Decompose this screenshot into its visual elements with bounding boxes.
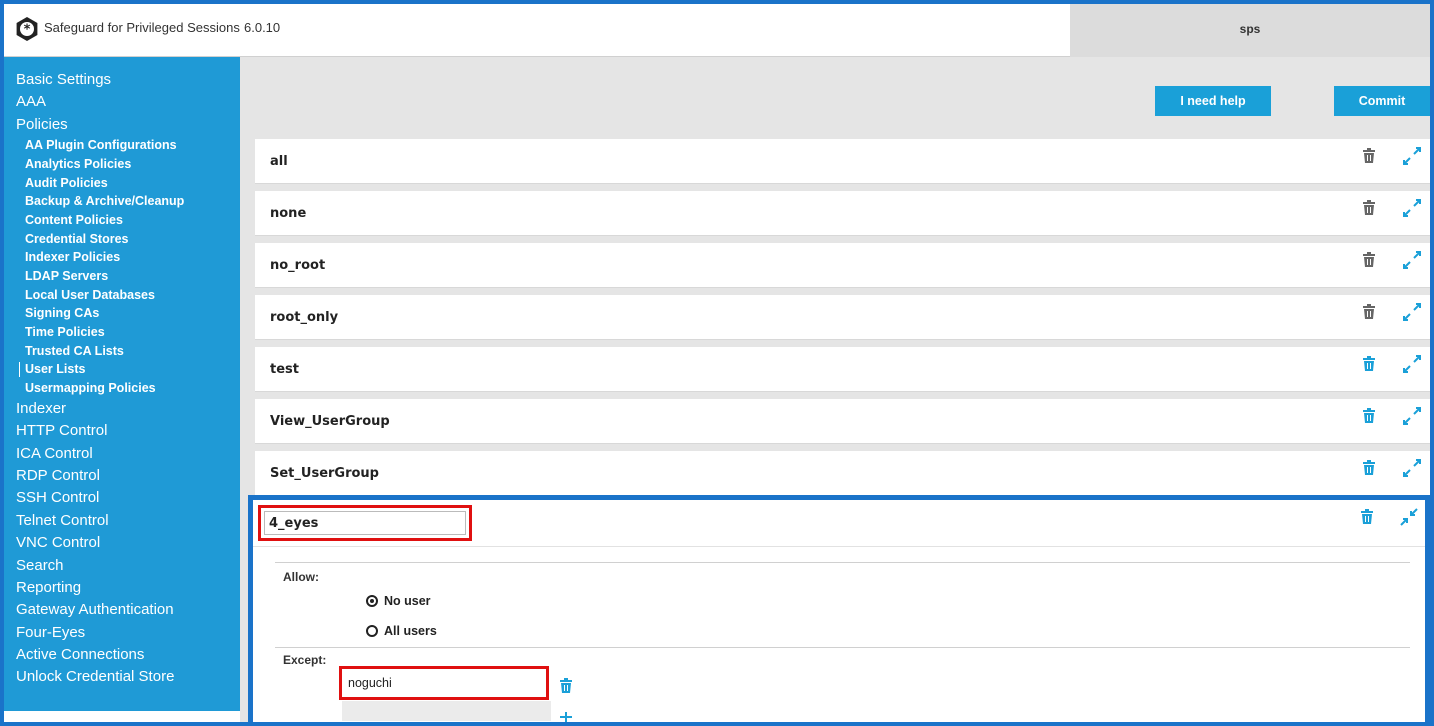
sidebar-item-audit-policies[interactable]: Audit Policies <box>4 174 240 193</box>
expand-icon[interactable] <box>1403 303 1421 321</box>
sidebar-item-rdp-control[interactable]: RDP Control <box>4 465 240 487</box>
collapse-icon[interactable] <box>1400 508 1418 526</box>
list-name-input[interactable] <box>264 511 466 535</box>
trash-icon[interactable] <box>1362 148 1376 164</box>
sidebar-item-ldap-servers[interactable]: LDAP Servers <box>4 267 240 286</box>
sidebar-item-content-policies[interactable]: Content Policies <box>4 211 240 230</box>
sidebar-item-indexer-policies[interactable]: Indexer Policies <box>4 248 240 267</box>
trash-icon[interactable] <box>559 678 573 694</box>
expand-icon[interactable] <box>1403 199 1421 217</box>
sidebar-item-active-connections[interactable]: Active Connections <box>4 644 240 666</box>
sidebar-item-ica-control[interactable]: ICA Control <box>4 443 240 465</box>
sidebar-nav: Basic Settings AAA Policies AA Plugin Confi… <box>4 57 240 689</box>
sidebar-item-basic-settings[interactable]: Basic Settings <box>4 69 240 91</box>
product-name: Safeguard for Privileged Sessions <box>44 20 240 35</box>
divider <box>275 647 1410 648</box>
trash-icon[interactable] <box>1362 460 1376 476</box>
plus-icon[interactable] <box>560 712 572 722</box>
top-bar: * Safeguard for Privileged Sessions 6.0.… <box>4 4 1430 57</box>
product-version: 6.0.10 <box>244 20 281 35</box>
expand-icon[interactable] <box>1403 147 1421 165</box>
user-list-card[interactable]: all <box>255 139 1430 184</box>
sidebar-item-trusted-ca-lists[interactable]: Trusted CA Lists <box>4 342 240 361</box>
commit-button[interactable]: Commit <box>1334 86 1430 116</box>
radio-no-user[interactable] <box>366 595 378 607</box>
sidebar-item-reporting[interactable]: Reporting <box>4 577 240 599</box>
sidebar-item-aa-plugin-configurations[interactable]: AA Plugin Configurations <box>4 136 240 155</box>
user-list-name: all <box>270 154 288 169</box>
sidebar-item-signing-cas[interactable]: Signing CAs <box>4 304 240 323</box>
user-list-name: root_only <box>270 310 339 325</box>
sidebar-item-indexer[interactable]: Indexer <box>4 398 240 420</box>
user-list-name: no_root <box>270 258 326 273</box>
user-list-card[interactable]: none <box>255 191 1430 236</box>
allow-label: Allow: <box>283 570 319 584</box>
expand-icon[interactable] <box>1403 459 1421 477</box>
hostname: sps <box>1070 4 1430 57</box>
trash-icon[interactable] <box>1362 356 1376 372</box>
sidebar-item-analytics-policies[interactable]: Analytics Policies <box>4 155 240 174</box>
user-list-name: test <box>270 362 299 377</box>
user-list-card[interactable]: Set_UserGroup <box>255 451 1430 496</box>
user-list-name: View_UserGroup <box>270 414 390 429</box>
safeguard-logo-icon: * <box>16 17 38 41</box>
trash-icon[interactable] <box>1362 252 1376 268</box>
user-list-card[interactable]: no_root <box>255 243 1430 288</box>
sidebar-item-aaa[interactable]: AAA <box>4 91 240 113</box>
trash-icon[interactable] <box>1360 509 1374 525</box>
app-window: * Safeguard for Privileged Sessions 6.0.… <box>4 4 1430 722</box>
sidebar-item-credential-stores[interactable]: Credential Stores <box>4 230 240 249</box>
expand-icon[interactable] <box>1403 251 1421 269</box>
sidebar: Basic Settings AAA Policies AA Plugin Confi… <box>4 57 240 711</box>
divider <box>275 562 1410 563</box>
sidebar-item-local-user-databases[interactable]: Local User Databases <box>4 286 240 305</box>
sidebar-item-user-lists[interactable]: User Lists <box>4 360 240 379</box>
sidebar-item-policies[interactable]: Policies <box>4 114 240 136</box>
user-list-card[interactable]: View_UserGroup <box>255 399 1430 444</box>
sidebar-item-unlock-credential-store[interactable]: Unlock Credential Store <box>4 666 240 688</box>
except-highlight <box>339 666 549 700</box>
divider <box>253 546 1425 547</box>
radio-label-no-user: No user <box>384 594 431 608</box>
expand-icon[interactable] <box>1403 355 1421 373</box>
expand-icon[interactable] <box>1403 407 1421 425</box>
trash-icon[interactable] <box>1362 200 1376 216</box>
user-list-name: none <box>270 206 307 221</box>
sidebar-item-gateway-authentication[interactable]: Gateway Authentication <box>4 599 240 621</box>
user-list-name: Set_UserGroup <box>270 466 379 481</box>
except-label: Except: <box>283 653 327 667</box>
sidebar-item-http-control[interactable]: HTTP Control <box>4 420 240 442</box>
main-content: I need help Commit all none no_root root_on… <box>240 57 1430 722</box>
sidebar-item-time-policies[interactable]: Time Policies <box>4 323 240 342</box>
user-list-card[interactable]: test <box>255 347 1430 392</box>
sidebar-item-search[interactable]: Search <box>4 555 240 577</box>
sidebar-item-backup-archive-cleanup[interactable]: Backup & Archive/Cleanup <box>4 192 240 211</box>
except-user-input[interactable] <box>344 671 544 695</box>
radio-label-all-users: All users <box>384 624 437 638</box>
sidebar-item-vnc-control[interactable]: VNC Control <box>4 532 240 554</box>
sidebar-item-four-eyes[interactable]: Four-Eyes <box>4 622 240 644</box>
svg-text:*: * <box>24 23 31 38</box>
trash-icon[interactable] <box>1362 408 1376 424</box>
user-list-card-expanded: Allow: No user All users Except: <box>248 495 1430 722</box>
help-button[interactable]: I need help <box>1155 86 1271 116</box>
sidebar-item-usermapping-policies[interactable]: Usermapping Policies <box>4 379 240 398</box>
name-highlight <box>258 505 472 541</box>
trash-icon[interactable] <box>1362 304 1376 320</box>
sidebar-item-telnet-control[interactable]: Telnet Control <box>4 510 240 532</box>
sidebar-footer <box>4 711 240 722</box>
except-add-row <box>342 701 551 721</box>
sidebar-item-ssh-control[interactable]: SSH Control <box>4 487 240 509</box>
user-list-card[interactable]: root_only <box>255 295 1430 340</box>
radio-all-users[interactable] <box>366 625 378 637</box>
